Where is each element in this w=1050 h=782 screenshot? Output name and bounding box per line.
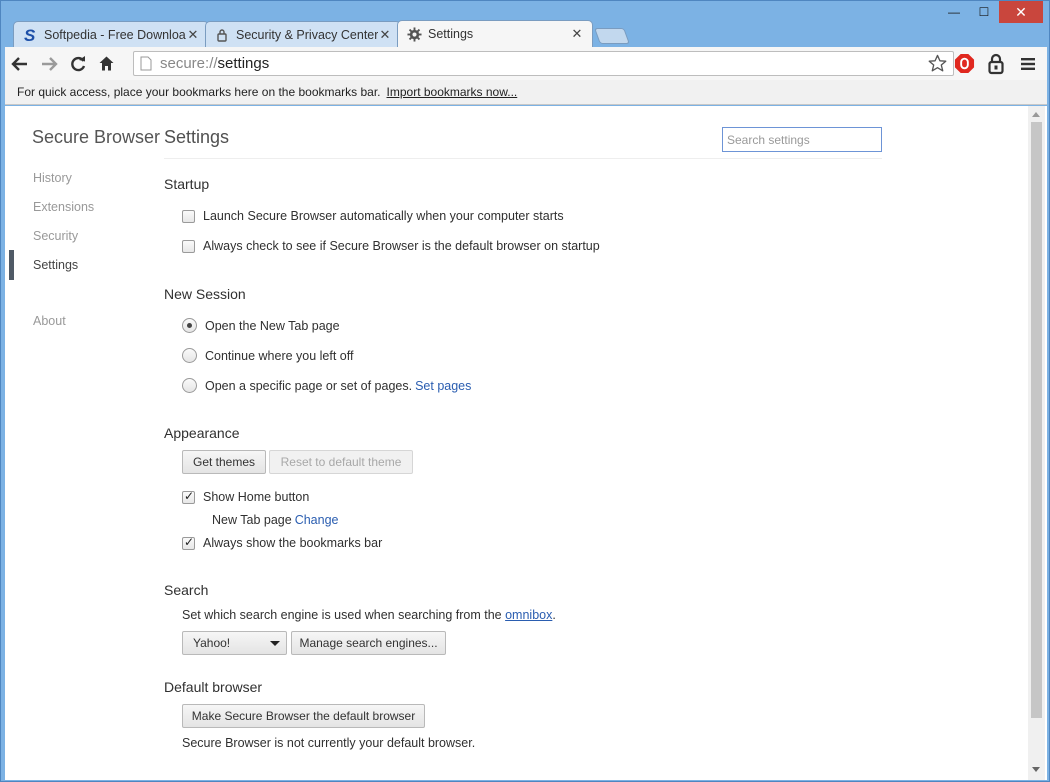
page-title: Settings [164,127,230,147]
maximize-button[interactable]: ☐ [969,1,999,23]
sidebar-active-indicator [9,250,14,280]
scroll-down-icon[interactable] [1032,767,1040,772]
tab-security-privacy[interactable]: Security & Privacy Center ✕ [205,21,401,47]
address-bar[interactable]: secure://settings [133,51,954,76]
reload-icon [70,55,85,71]
search-description-period: . [552,608,556,622]
adblock-stop-icon[interactable] [951,51,977,76]
toolbar: secure://settings [5,47,1047,80]
default-check-checkbox[interactable] [182,239,195,253]
reload-button[interactable] [63,50,92,78]
specific-pages-radio[interactable] [182,378,197,393]
set-pages-link[interactable]: Set pages [415,379,471,393]
padlock-icon[interactable] [983,51,1009,76]
appearance-heading: Appearance [164,425,240,441]
scroll-up-icon[interactable] [1032,112,1040,117]
softpedia-s-icon: S [22,27,38,43]
browser-window: — ☐ ✕ S Softpedia - Free Downloa ✕ Secur… [0,0,1050,782]
specific-pages-option[interactable]: Open a specific page or set of pages. Se… [182,378,471,393]
tab-title: Security & Privacy Center [236,27,378,42]
show-bookmarks-row[interactable]: Always show the bookmarks bar [182,535,383,550]
search-heading: Search [164,582,209,598]
sidebar-item-security[interactable]: Security [33,229,78,243]
back-button[interactable] [5,50,34,78]
default-check-row[interactable]: Always check to see if Secure Browser is… [182,239,600,253]
menu-icon[interactable] [1015,51,1041,76]
show-bookmarks-checkbox[interactable] [182,535,195,550]
back-arrow-icon [10,56,27,71]
sidebar: Secure Browser History Extensions Securi… [5,106,160,780]
tab-settings[interactable]: Settings ✕ [397,20,593,47]
forward-arrow-icon [41,56,58,71]
bookmarks-bar: For quick access, place your bookmarks h… [5,80,1047,105]
toolbar-extensions [951,51,1041,76]
search-engine-value: Yahoo! [193,636,231,650]
make-default-button[interactable]: Make Secure Browser the default browser [182,704,425,728]
tab-softpedia[interactable]: S Softpedia - Free Downloa ✕ [13,21,209,47]
omnibox-link[interactable]: omnibox [505,608,552,622]
url-scheme: secure:// [160,55,218,72]
sidebar-item-settings[interactable]: Settings [33,258,78,272]
continue-option[interactable]: Continue where you left off [182,348,353,363]
sidebar-item-history[interactable]: History [33,171,72,185]
window-controls: — ☐ ✕ [939,1,1043,23]
launch-automatically-checkbox[interactable] [182,209,195,223]
default-browser-heading: Default browser [164,679,263,695]
search-description-text: Set which search engine is used when sea… [182,608,502,622]
close-window-button[interactable]: ✕ [999,1,1043,23]
svg-text:S: S [24,27,36,43]
new-tab-button[interactable] [594,28,630,44]
show-home-checkbox[interactable] [182,489,195,504]
settings-page: Secure Browser History Extensions Securi… [5,106,1047,780]
bookmark-star-icon[interactable] [928,54,947,77]
show-bookmarks-label: Always show the bookmarks bar [203,536,383,550]
new-tab-page-option[interactable]: Open the New Tab page [182,318,340,333]
gear-icon [406,26,422,42]
sidebar-item-about[interactable]: About [33,314,66,328]
title-divider [164,158,882,159]
vertical-scrollbar[interactable] [1028,106,1045,780]
default-check-label: Always check to see if Secure Browser is… [203,239,600,253]
home-icon [99,56,114,71]
launch-automatically-label: Launch Secure Browser automatically when… [203,209,564,223]
search-description: Set which search engine is used when sea… [182,608,556,622]
tab-close-icon[interactable]: ✕ [186,27,200,43]
minimize-button[interactable]: — [939,1,969,23]
home-button[interactable] [92,50,121,78]
change-home-link[interactable]: Change [295,513,339,527]
import-bookmarks-link[interactable]: Import bookmarks now... [387,85,518,99]
url-path: settings [217,55,270,72]
search-engine-select[interactable]: Yahoo! [182,631,287,655]
new-tab-page-row: New Tab page Change [212,513,338,527]
sidebar-title: Secure Browser [32,127,161,147]
new-tab-page-radio[interactable] [182,318,197,333]
show-home-label: Show Home button [203,490,310,504]
search-settings-input[interactable] [722,127,882,152]
new-tab-page-label: Open the New Tab page [205,318,340,333]
manage-search-engines-button[interactable]: Manage search engines... [291,631,446,655]
bookmarks-bar-message: For quick access, place your bookmarks h… [17,85,381,99]
tab-close-icon[interactable]: ✕ [570,26,584,42]
launch-automatically-row[interactable]: Launch Secure Browser automatically when… [182,209,564,223]
get-themes-button[interactable]: Get themes [182,450,266,474]
tab-strip: S Softpedia - Free Downloa ✕ Security & … [13,20,630,47]
show-home-row[interactable]: Show Home button [182,489,310,504]
default-browser-status: Secure Browser is not currently your def… [182,736,476,750]
document-lock-icon [214,27,230,43]
new-session-heading: New Session [164,286,246,302]
continue-label: Continue where you left off [205,348,354,363]
chevron-down-icon [270,641,280,646]
forward-button[interactable] [34,50,63,78]
scrollbar-thumb[interactable] [1031,122,1042,718]
page-icon [140,56,152,71]
specific-pages-label: Open a specific page or set of pages. [205,378,413,393]
tab-title: Settings [428,27,474,41]
new-tab-page-text: New Tab page [212,513,292,527]
reset-theme-button[interactable]: Reset to default theme [269,450,413,474]
tab-title: Softpedia - Free Downloa [44,27,186,42]
tab-close-icon[interactable]: ✕ [378,27,392,43]
continue-radio[interactable] [182,348,197,363]
sidebar-item-extensions[interactable]: Extensions [33,200,94,214]
startup-heading: Startup [164,176,210,192]
